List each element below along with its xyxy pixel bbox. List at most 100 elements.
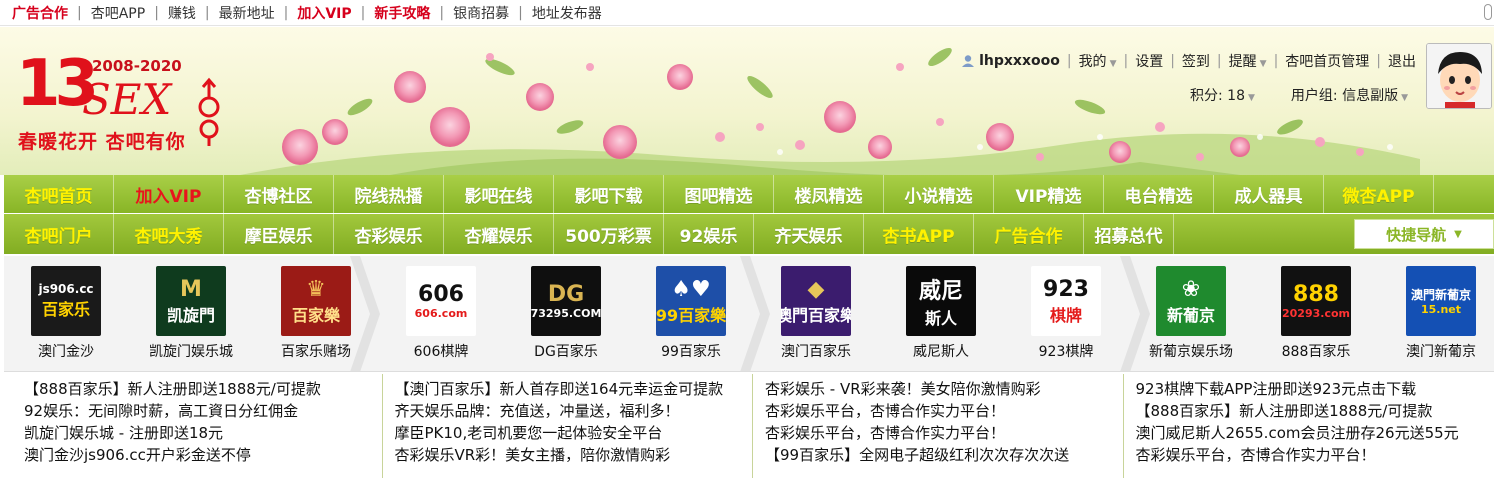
avatar[interactable] (1426, 43, 1492, 109)
ad-link[interactable]: 【888百家乐】新人注册即送1888元/可提款 (24, 378, 382, 400)
nav2-item[interactable]: 摩臣娱乐 (224, 214, 334, 254)
top-link-bar: 广告合作 | 杏吧APP | 赚钱 | 最新地址 | 加入VIP | 新手攻略 | 银商招募 | 地址发布器 (0, 0, 1494, 26)
partner-logo-caption[interactable]: 99百家乐 (661, 341, 721, 361)
partner-logo-text: js906.cc (38, 282, 94, 296)
logo-years: 2008-2020 (92, 57, 182, 75)
partner-logo-caption[interactable]: 888百家乐 (1282, 341, 1351, 361)
nav1-item[interactable]: 小说精选 (884, 175, 994, 213)
nav1-item[interactable]: 图吧精选 (664, 175, 774, 213)
partner-logo-caption[interactable]: 澳门金沙 (38, 341, 94, 361)
top-link[interactable]: 加入VIP (297, 3, 351, 23)
top-link[interactable]: 银商招募 (453, 3, 509, 23)
ad-link[interactable]: 【99百家乐】全网电子超级红利次次存次次送 (765, 444, 1123, 466)
partner-logo-item[interactable]: 888 20293.com 888百家乐 (1256, 266, 1376, 370)
ad-link[interactable]: 凯旋门娱乐城 - 注册即送18元 (24, 422, 382, 444)
top-link[interactable]: 新手攻略 (374, 3, 430, 23)
scroll-indicator[interactable] (1484, 4, 1492, 20)
nav1-item[interactable]: 影吧在线 (444, 175, 554, 213)
partner-logo-item[interactable]: ❀ 新葡京 新葡京娱乐场 (1131, 266, 1251, 370)
my-menu[interactable]: 我的 ▼ (1079, 51, 1117, 71)
ad-link[interactable]: 澳门金沙js906.cc开户彩金送不停 (24, 444, 382, 466)
nav2-item[interactable]: 杏耀娱乐 (444, 214, 554, 254)
nav2-item[interactable]: 招募总代 (1084, 214, 1174, 254)
site-logo[interactable]: 13 2008-2020 SEX 春暖花开 杏吧有你 (14, 47, 234, 167)
nav2-item[interactable]: 杏彩娱乐 (334, 214, 444, 254)
nav1-item[interactable]: VIP精选 (994, 175, 1104, 213)
partner-logo-item[interactable]: 威尼 斯人 威尼斯人 (881, 266, 1001, 370)
top-link[interactable]: 广告合作 (12, 3, 68, 23)
ad-link[interactable]: 杏彩娱乐VR彩！美女主播，陪你激情购彩 (395, 444, 753, 466)
nav2-item[interactable]: 92娱乐 (664, 214, 754, 254)
partner-logo-item[interactable]: M 凯旋門 凯旋门娱乐城 (131, 266, 251, 370)
ad-link[interactable]: 杏彩娱乐 - VR彩来袭！美女陪你激情购彩 (765, 378, 1123, 400)
partner-logo-item[interactable]: 923 棋牌 923棋牌 (1006, 266, 1126, 370)
partner-logo-item[interactable]: js906.cc 百家乐 澳门金沙 (6, 266, 126, 370)
nav2-item[interactable]: 杏吧门户 (4, 214, 114, 254)
ad-link[interactable]: 澳门威尼斯人2655.com会员注册存26元送55元 (1136, 422, 1494, 444)
nav1-item[interactable]: 楼凤精选 (774, 175, 884, 213)
partner-logo-item[interactable]: DG 73295.COM DG百家乐 (506, 266, 626, 370)
partner-logo-subtext: 新葡京 (1166, 305, 1215, 325)
logo-brand: SEX (82, 75, 172, 124)
ad-link[interactable]: 摩臣PK10,老司机要您一起体验安全平台 (395, 422, 753, 444)
top-link[interactable]: 地址发布器 (532, 3, 602, 23)
group-menu[interactable]: 用户组: 信息副版 ▼ (1291, 85, 1408, 105)
quick-nav-button[interactable]: 快捷导航 ▼ (1354, 219, 1494, 249)
username-link[interactable]: lhpxxxooo (979, 53, 1060, 69)
nav1-item[interactable]: 加入VIP (114, 175, 224, 213)
nav1-item[interactable]: 院线热播 (334, 175, 444, 213)
nav2-item[interactable]: 杏吧大秀 (114, 214, 224, 254)
nav2-item[interactable]: 500万彩票 (554, 214, 664, 254)
nav1-item[interactable]: 成人器具 (1214, 175, 1324, 213)
partner-logo-caption[interactable]: 威尼斯人 (913, 341, 969, 361)
partner-logo-text: 澳門新葡京 (1410, 288, 1471, 302)
ad-link[interactable]: 杏彩娱乐平台，杏博合作实力平台！ (765, 400, 1123, 422)
partner-logo-caption[interactable]: 凯旋门娱乐城 (149, 341, 233, 361)
avatar-image (1427, 44, 1491, 108)
partner-logo-image: 888 20293.com (1281, 266, 1351, 336)
partner-logo-caption[interactable]: 新葡京娱乐场 (1149, 341, 1233, 361)
top-link[interactable]: 最新地址 (219, 3, 275, 23)
ad-link[interactable]: 杏彩娱乐平台，杏博合作实力平台！ (1136, 444, 1494, 466)
partner-logo-caption[interactable]: 923棋牌 (1039, 341, 1094, 361)
settings-link[interactable]: 设置 (1135, 51, 1163, 71)
partner-logo-image: 606 606.com (406, 266, 476, 336)
ad-link[interactable]: 杏彩娱乐平台，杏博合作实力平台！ (765, 422, 1123, 444)
nav2-item[interactable]: 齐天娱乐 (754, 214, 864, 254)
separator: | (1273, 53, 1279, 69)
ad-link[interactable]: 【澳门百家乐】新人首存即送164元幸运金可提款 (395, 378, 753, 400)
partner-logo-caption[interactable]: 澳门百家乐 (781, 341, 851, 361)
nav2-item[interactable]: 杏书APP (864, 214, 974, 254)
top-link[interactable]: 赚钱 (168, 3, 196, 23)
nav1-item[interactable]: 影吧下载 (554, 175, 664, 213)
nav1-item[interactable]: 杏博社区 (224, 175, 334, 213)
partner-logo-subtext: 99百家樂 (656, 305, 726, 325)
partner-logo-item[interactable]: 澳門新葡京 15.net 澳门新葡京 (1381, 266, 1494, 370)
ad-column: 【888百家乐】新人注册即送1888元/可提款 92娱乐：无间隙时薪，高工資日分红… (12, 374, 383, 478)
logout-link[interactable]: 退出 (1388, 51, 1416, 71)
nav1-item[interactable]: 电台精选 (1104, 175, 1214, 213)
remind-menu[interactable]: 提醒 ▼ (1229, 51, 1267, 71)
manage-link[interactable]: 杏吧首页管理 (1285, 51, 1369, 71)
points-menu[interactable]: 积分: 18 ▼ (1190, 85, 1255, 105)
nav1-item[interactable]: 杏吧首页 (4, 175, 114, 213)
partner-logo-text: 606 (418, 282, 464, 307)
partner-logo-item[interactable]: 606 606.com 606棋牌 (381, 266, 501, 370)
ad-link[interactable]: 齐天娱乐品牌：充值送，冲量送，福利多！ (395, 400, 753, 422)
nav1-item[interactable]: 微杏APP (1324, 175, 1434, 213)
partner-logo-item[interactable]: ◆ 澳門百家樂澳门百家乐 (756, 266, 876, 370)
partner-logo-image: ♠♥ 99百家樂 (656, 266, 726, 336)
partner-logo-item[interactable]: ♠♥ 99百家樂 99百家乐 (631, 266, 751, 370)
top-link[interactable]: 杏吧APP (91, 3, 145, 23)
partner-logo-caption[interactable]: 百家乐赌场 (281, 341, 351, 361)
ad-link[interactable]: 923棋牌下载APP注册即送923元点击下载 (1136, 378, 1494, 400)
partner-logo-caption[interactable]: DG百家乐 (534, 341, 598, 361)
partner-logo-image: DG 73295.COM (531, 266, 601, 336)
checkin-link[interactable]: 签到 (1182, 51, 1210, 71)
nav2-item[interactable]: 广告合作 (974, 214, 1084, 254)
partner-logo-caption[interactable]: 606棋牌 (414, 341, 469, 361)
ad-link[interactable]: 92娱乐：无间隙时薪，高工資日分红佣金 (24, 400, 382, 422)
partner-logo-caption[interactable]: 澳门新葡京 (1406, 341, 1476, 361)
ad-link[interactable]: 【888百家乐】新人注册即送1888元/可提款 (1136, 400, 1494, 422)
partner-logo-item[interactable]: ♛ 百家樂 百家乐赌场 (256, 266, 376, 370)
